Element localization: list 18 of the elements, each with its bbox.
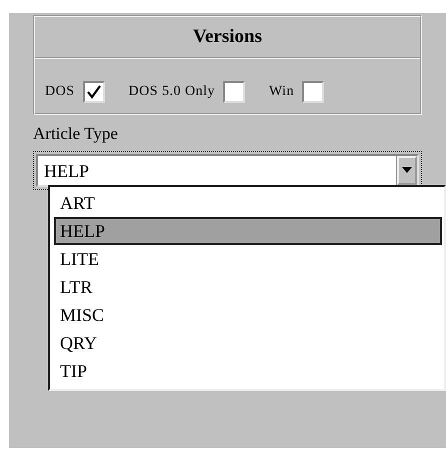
list-option[interactable]: TIP <box>57 357 442 385</box>
list-option[interactable]: LTR <box>57 273 442 301</box>
list-option[interactable]: HELP <box>54 217 442 245</box>
checkbox-label: Win <box>269 83 294 101</box>
checkbox-label: DOS 5.0 Only <box>128 83 216 101</box>
list-option[interactable]: ART <box>57 189 442 217</box>
checkbox-label: DOS <box>45 83 75 101</box>
article-type-combo[interactable]: HELP <box>36 154 419 186</box>
caret-icon <box>402 167 412 173</box>
dropdown-button[interactable] <box>397 156 417 184</box>
versions-heading: Versions <box>35 17 420 58</box>
list-option[interactable]: LITE <box>57 245 442 273</box>
article-type-label: Article Type <box>33 124 118 142</box>
checkbox[interactable] <box>223 80 246 102</box>
list-option[interactable]: MISC <box>57 301 442 329</box>
checkbox[interactable] <box>302 80 324 102</box>
checkbox[interactable] <box>82 80 105 102</box>
list-option[interactable]: QRY <box>57 329 442 357</box>
